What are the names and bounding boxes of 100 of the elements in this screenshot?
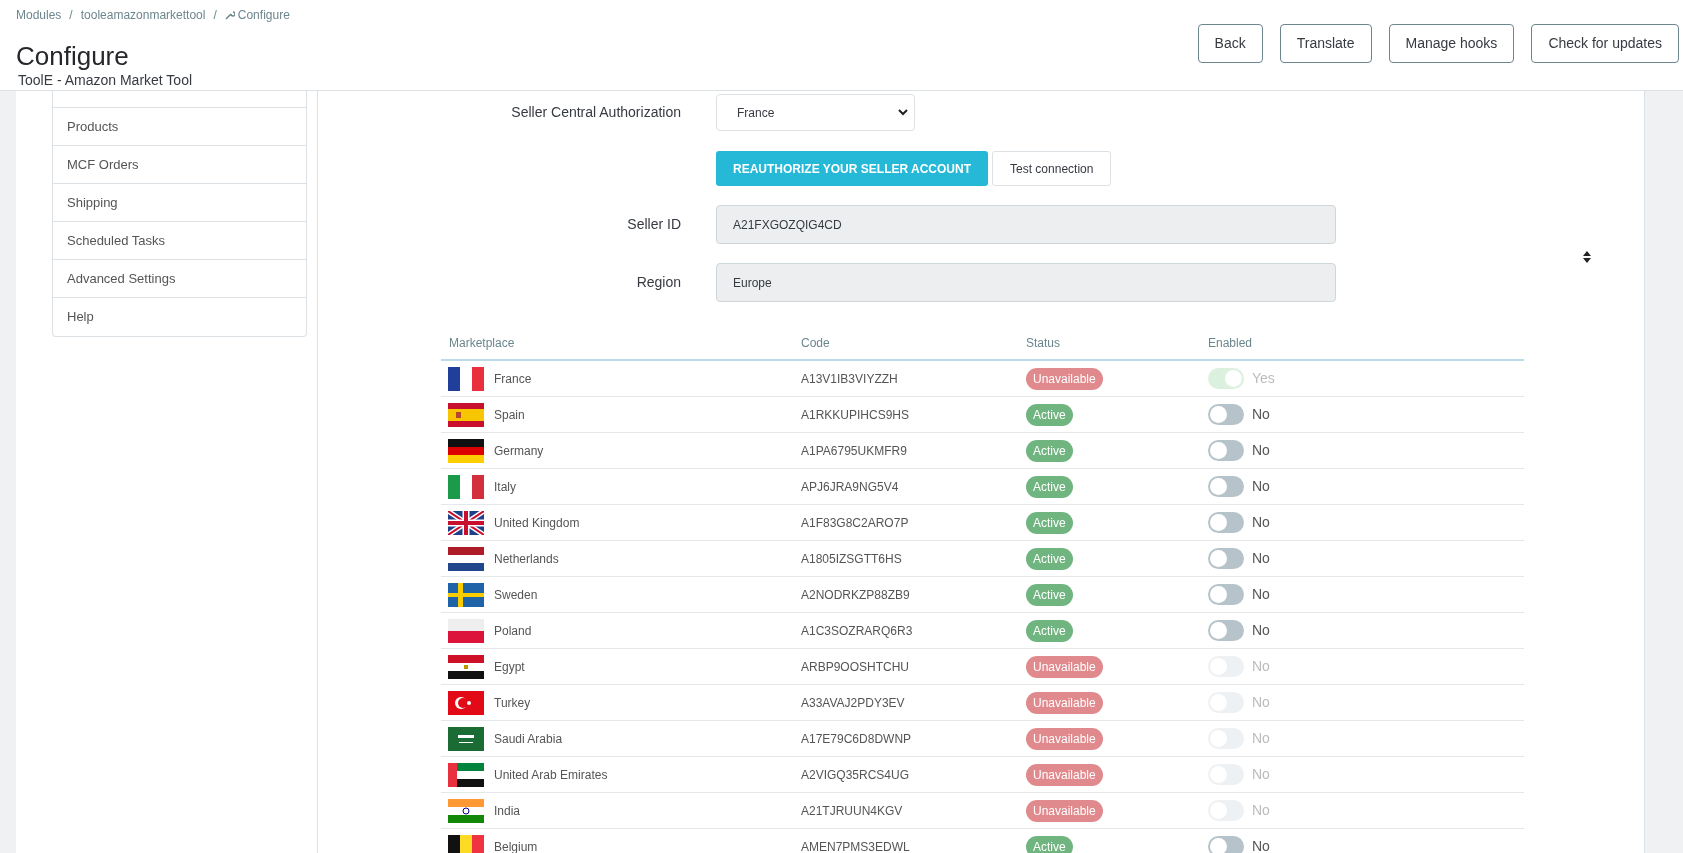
toggle-switch[interactable] xyxy=(1208,440,1244,461)
flag-icon xyxy=(448,582,484,607)
status-badge: Unavailable xyxy=(1026,799,1103,822)
test-connection-button[interactable]: Test connection xyxy=(992,151,1112,186)
toolbar-button[interactable]: Manage hooks xyxy=(1388,23,1515,63)
toggle-label: No xyxy=(1252,405,1270,424)
status-badge: Active xyxy=(1026,439,1073,462)
breadcrumb-separator: / xyxy=(213,7,217,24)
field-label: Seller ID xyxy=(626,215,681,234)
toggle-switch[interactable] xyxy=(1208,512,1244,533)
marketplace-code: A2VIGQ35RCS4UG xyxy=(801,766,911,784)
flag-icon xyxy=(448,438,484,463)
flag-icon xyxy=(448,834,484,853)
column-header: Enabled xyxy=(1208,335,1254,352)
toggle-switch[interactable] xyxy=(1208,476,1244,497)
marketplace-name: Italy xyxy=(494,478,516,496)
toggle-label: No xyxy=(1252,693,1270,712)
marketplace-code: A1F83G8C2ARO7P xyxy=(801,514,910,532)
status-badge: Active xyxy=(1026,511,1073,534)
marketplace-name: United Kingdom xyxy=(494,514,580,532)
toggle-label: No xyxy=(1252,585,1270,604)
marketplace-name: Belgium xyxy=(494,838,538,853)
marketplace-name: Turkey xyxy=(494,694,531,712)
marketplace-code: A1805IZSGTT6HS xyxy=(801,550,903,568)
marketplace-name: Poland xyxy=(494,622,532,640)
flag-icon xyxy=(448,546,484,571)
flag-icon xyxy=(448,654,484,679)
marketplace-name: Egypt xyxy=(494,658,525,676)
breadcrumb-link[interactable]: Modules xyxy=(16,6,62,24)
marketplace-code: APJ6JRA9NG5V4 xyxy=(801,478,900,496)
status-badge: Active xyxy=(1026,547,1073,570)
marketplace-name: Germany xyxy=(494,442,544,460)
toggle-label: No xyxy=(1252,549,1270,568)
toggle-label: No xyxy=(1252,765,1270,784)
marketplace-code: A1PA6795UKMFR9 xyxy=(801,442,908,460)
toggle-switch[interactable] xyxy=(1208,584,1244,605)
marketplace-code: A13V1IB3VIYZZH xyxy=(801,370,899,388)
sort-arrows-icon xyxy=(1583,251,1591,263)
toggle-label: Yes xyxy=(1252,369,1275,388)
column-header: Status xyxy=(1026,335,1062,352)
status-badge: Active xyxy=(1026,403,1073,426)
chevron-down-icon xyxy=(898,109,908,116)
status-badge: Active xyxy=(1026,835,1073,853)
page-title: Configure xyxy=(16,40,130,72)
marketplace-name: France xyxy=(494,370,532,388)
toggle-switch[interactable] xyxy=(1208,620,1244,641)
status-badge: Unavailable xyxy=(1026,367,1103,390)
status-badge: Active xyxy=(1026,475,1073,498)
toolbar-button[interactable]: Back xyxy=(1197,23,1263,63)
field-label: Region xyxy=(635,273,681,292)
marketplace-code: A21TJRUUN4KGV xyxy=(801,802,904,820)
country-select[interactable]: France xyxy=(716,94,915,131)
flag-icon xyxy=(448,798,484,823)
status-badge: Unavailable xyxy=(1026,691,1103,714)
toggle-label: No xyxy=(1252,837,1270,853)
toggle-label: No xyxy=(1252,621,1270,640)
sidebar-item[interactable]: Help xyxy=(53,298,306,336)
readonly-field[interactable]: A21FXGOZQIG4CD xyxy=(716,205,1336,244)
toggle-label: No xyxy=(1252,657,1270,676)
toolbar-button[interactable]: Check for updates xyxy=(1531,23,1679,63)
marketplace-name: India xyxy=(494,802,521,820)
marketplace-name: Sweden xyxy=(494,586,538,604)
toggle-switch[interactable] xyxy=(1208,404,1244,425)
toolbar-button[interactable]: Translate xyxy=(1279,23,1372,63)
flag-icon xyxy=(448,690,484,715)
marketplace-code: A1C3SOZRARQ6R3 xyxy=(801,622,914,640)
sidebar-item[interactable]: Products xyxy=(53,108,306,146)
toggle-label: No xyxy=(1252,477,1270,496)
sidebar-item[interactable]: Advanced Settings xyxy=(53,260,306,298)
flag-icon xyxy=(448,618,484,643)
column-header: Code xyxy=(801,335,831,352)
marketplace-name: Netherlands xyxy=(494,550,559,568)
marketplace-code: AMEN7PMS3EDWL xyxy=(801,838,911,853)
marketplace-name: Saudi Arabia xyxy=(494,730,563,748)
marketplace-code: A1RKKUPIHCS9HS xyxy=(801,406,911,424)
flag-icon xyxy=(448,726,484,751)
sidebar-item[interactable]: Shipping xyxy=(53,184,306,222)
marketplace-code: A17E79C6D8DWNP xyxy=(801,730,913,748)
marketplace-name: Spain xyxy=(494,406,525,424)
breadcrumb-link[interactable]: tooleamazonmarkettool xyxy=(80,6,206,24)
column-header: Marketplace xyxy=(448,335,516,352)
marketplace-code: A33AVAJ2PDY3EV xyxy=(801,694,906,712)
wrench-icon xyxy=(224,10,235,20)
status-badge: Unavailable xyxy=(1026,655,1103,678)
field-label: Seller Central Authorization xyxy=(510,103,681,122)
toggle-label: No xyxy=(1252,801,1270,820)
toggle-switch[interactable] xyxy=(1208,836,1244,853)
readonly-field[interactable]: Europe xyxy=(716,263,1336,302)
sidebar-item[interactable]: MCF Orders xyxy=(53,146,306,184)
status-badge: Unavailable xyxy=(1026,763,1103,786)
breadcrumb-current: Configure xyxy=(237,7,290,24)
toggle-label: No xyxy=(1252,441,1270,460)
marketplace-code: ARBP9OOSHTCHU xyxy=(801,658,911,676)
sidebar-item[interactable]: Scheduled Tasks xyxy=(53,222,306,260)
toggle-switch[interactable] xyxy=(1208,548,1244,569)
status-badge: Unavailable xyxy=(1026,727,1103,750)
flag-icon xyxy=(448,366,484,391)
flag-icon xyxy=(448,402,484,427)
marketplace-code: A2NODRKZP88ZB9 xyxy=(801,586,911,604)
marketplace-name: United Arab Emirates xyxy=(494,766,608,784)
